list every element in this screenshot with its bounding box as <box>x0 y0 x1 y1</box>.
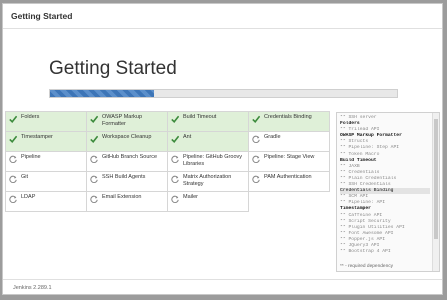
plugin-name: Pipeline <box>21 154 41 160</box>
plugin-name: Mailer <box>183 194 198 200</box>
refresh-icon <box>252 155 260 164</box>
plugin-list: Folders OWASP Markup Formatter Build Timeo… <box>5 111 331 274</box>
plugin-item: Timestamper <box>5 131 87 152</box>
dialog-footer: Jenkins 2.289.1 <box>3 279 442 294</box>
refresh-icon <box>9 175 17 184</box>
plugin-name: Pipeline: GitHub Groovy Libraries <box>183 154 242 167</box>
refresh-icon <box>171 155 179 164</box>
plugin-item: Build Timeout <box>167 111 249 132</box>
plugin-name: Gradle <box>264 134 281 140</box>
plugin-item: Ant <box>167 131 249 152</box>
refresh-icon <box>90 155 98 164</box>
plugin-name: OWASP Markup Formatter <box>102 114 143 127</box>
refresh-icon <box>252 175 260 184</box>
plugin-item: Pipeline: Stage View <box>248 151 330 172</box>
plugin-item: Pipeline: GitHub Groovy Libraries <box>167 151 249 172</box>
log-lines: ** SSH server Folders ** Trilead API OWASP … <box>340 115 430 255</box>
refresh-icon <box>171 195 179 204</box>
plugin-item: Pipeline <box>5 151 87 172</box>
check-icon <box>252 115 261 124</box>
plugin-item: Mailer <box>167 191 249 212</box>
plugin-name: GitHub Branch Source <box>102 154 158 160</box>
plugin-item: Email Extension <box>86 191 168 212</box>
plugin-name: Folders <box>21 114 40 120</box>
log-scrollbar[interactable] <box>432 113 439 271</box>
plugin-name: Git <box>21 174 29 180</box>
check-icon <box>90 115 99 124</box>
refresh-icon <box>171 175 179 184</box>
plugin-name: Matrix Authorization Strategy <box>183 174 232 187</box>
page-title: Getting Started <box>49 58 177 79</box>
refresh-icon <box>252 135 260 144</box>
refresh-icon <box>9 155 17 164</box>
log-scroll-thumb[interactable] <box>434 119 438 239</box>
plugin-name: Pipeline: Stage View <box>264 154 315 160</box>
plugin-item: Gradle <box>248 131 330 152</box>
hero-section: Getting Started <box>3 29 442 109</box>
plugin-item: GitHub Branch Source <box>86 151 168 172</box>
check-icon <box>9 135 18 144</box>
plugin-name: Timestamper <box>21 134 53 140</box>
plugin-item: Matrix Authorization Strategy <box>167 171 249 192</box>
plugin-name: PAM Authentication <box>264 174 312 180</box>
plugin-item: Folders <box>5 111 87 132</box>
plugin-name: LDAP <box>21 194 36 200</box>
plugin-item: Workspace Cleanup <box>86 131 168 152</box>
plugin-item: PAM Authentication <box>248 171 330 192</box>
refresh-icon <box>90 175 98 184</box>
refresh-icon <box>90 195 98 204</box>
plugin-name: Email Extension <box>102 194 142 200</box>
plugin-item: Credentials Binding <box>248 111 330 132</box>
setup-wizard-dialog: Getting Started Getting Started Folders O… <box>2 3 443 295</box>
plugin-item: OWASP Markup Formatter <box>86 111 168 132</box>
plugin-name: SSH Build Agents <box>102 174 146 180</box>
refresh-icon <box>9 195 17 204</box>
log-line: ** Bootstrap 4 API <box>340 249 391 255</box>
plugin-item: Git <box>5 171 87 192</box>
check-icon <box>171 135 180 144</box>
plugin-name: Workspace Cleanup <box>102 134 152 140</box>
check-icon <box>9 115 18 124</box>
plugin-name: Build Timeout <box>183 114 217 120</box>
dialog-title: Getting Started <box>3 4 442 29</box>
check-icon <box>90 135 99 144</box>
plugin-item: LDAP <box>5 191 87 212</box>
install-progress-bar <box>49 89 398 98</box>
plugin-item: SSH Build Agents <box>86 171 168 192</box>
plugin-name: Ant <box>183 134 192 140</box>
version-label: Jenkins 2.289.1 <box>13 285 52 291</box>
install-log: ** SSH server Folders ** Trilead API OWASP … <box>336 112 440 272</box>
progress-fill <box>50 90 155 97</box>
install-content: Folders OWASP Markup Formatter Build Timeo… <box>3 111 442 274</box>
check-icon <box>171 115 180 124</box>
log-footer: ** - required dependency <box>340 264 394 269</box>
plugin-name: Credentials Binding <box>264 114 312 120</box>
